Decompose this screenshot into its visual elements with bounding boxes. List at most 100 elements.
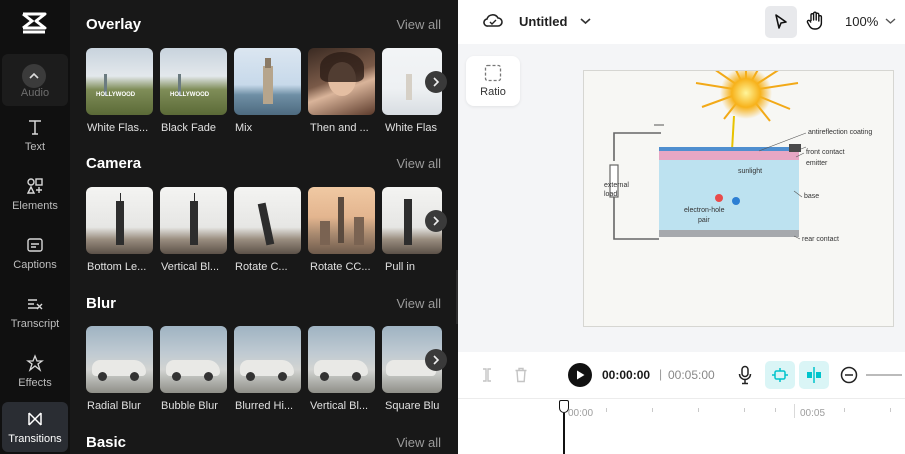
chevron-right-icon — [433, 77, 440, 87]
transition-thumb-bottom-left[interactable] — [86, 187, 153, 254]
capcut-logo[interactable] — [20, 12, 48, 36]
transition-label: White Flas... — [87, 122, 149, 134]
transitions-icon — [28, 412, 42, 426]
view-all-overlay-link[interactable]: View all — [396, 17, 441, 32]
diagram-label: electron-hole — [684, 207, 725, 214]
section-title-camera: Camera — [86, 155, 142, 172]
split-icon[interactable] — [480, 367, 494, 383]
transition-label: Pull in — [385, 261, 415, 273]
diagram-label: external load — [604, 182, 629, 198]
view-all-blur-link[interactable]: View all — [396, 296, 441, 311]
scroll-right-overlay-button[interactable] — [425, 71, 447, 93]
transition-thumb-white-flash[interactable]: HOLLYWOOD — [86, 48, 153, 115]
transition-thumb-rotate-ccw[interactable] — [308, 187, 375, 254]
section-title-blur: Blur — [86, 295, 116, 312]
play-button[interactable] — [568, 363, 592, 387]
diagram-label: pair — [698, 217, 710, 224]
rail-item-label: Transitions — [8, 433, 62, 445]
scroll-right-blur-button[interactable] — [425, 349, 447, 371]
rail-item-transitions[interactable]: Transitions — [2, 402, 68, 452]
ruler-tick — [606, 408, 607, 412]
transition-label: Rotate CC... — [310, 261, 371, 273]
transition-label: Mix — [235, 122, 253, 134]
transition-thumb-then-and[interactable] — [308, 48, 375, 115]
section-title-overlay: Overlay — [86, 16, 142, 33]
project-title[interactable]: Untitled — [519, 14, 567, 29]
chevron-right-icon — [433, 216, 440, 226]
microphone-icon[interactable] — [738, 365, 752, 385]
auto-snap-toggle[interactable] — [765, 361, 795, 389]
view-all-basic-link[interactable]: View all — [396, 435, 441, 450]
diagram-label: sunlight — [738, 168, 763, 175]
view-all-camera-link[interactable]: View all — [396, 156, 441, 171]
transition-label: Then and ... — [310, 122, 369, 134]
aspect-ratio-icon — [484, 64, 502, 82]
rail-item-label: Effects — [18, 377, 52, 389]
transcript-icon — [28, 299, 43, 310]
transition-label: Rotate C... — [235, 261, 288, 273]
chevron-right-icon — [433, 355, 440, 365]
playhead-handle[interactable] — [559, 400, 569, 413]
transition-thumb-mix[interactable] — [234, 48, 301, 115]
transition-thumb-vertical-blur-2[interactable] — [308, 326, 375, 393]
ruler-marker — [794, 404, 795, 418]
ratio-button[interactable]: Ratio — [466, 56, 520, 106]
transition-thumb-bubble-blur[interactable] — [160, 326, 227, 393]
transition-thumb-radial-blur[interactable] — [86, 326, 153, 393]
ratio-label: Ratio — [480, 86, 506, 98]
rail-item-label: Text — [24, 141, 46, 153]
cloud-icon[interactable] — [483, 12, 503, 30]
ruler-tick — [652, 408, 653, 412]
split-link-icon — [807, 367, 821, 383]
zoom-level[interactable]: 100% — [845, 14, 878, 29]
diagram-label: front contact — [806, 149, 845, 156]
transition-thumb-black-fade[interactable]: HOLLYWOOD — [160, 48, 227, 115]
editor-topbar: Untitled 100% — [458, 0, 905, 44]
transition-thumb-rotate-cw[interactable] — [234, 187, 301, 254]
timeline-zoom-slider[interactable] — [866, 374, 902, 376]
magnet-snap-icon — [772, 368, 788, 382]
chevron-up-icon — [29, 72, 39, 79]
text-icon — [29, 120, 41, 135]
ruler-tick — [744, 408, 745, 412]
rail-item-elements[interactable]: Elements — [2, 169, 68, 221]
scroll-up-button[interactable] — [22, 64, 46, 88]
chevron-down-icon[interactable] — [885, 17, 896, 25]
ruler-baseline — [458, 398, 905, 399]
transitions-panel: Overlay View all HOLLYWOOD HOLLYWOOD Whi… — [70, 0, 458, 454]
transition-label: Bubble Blur — [161, 400, 218, 412]
transition-label: Vertical Bl... — [161, 261, 220, 273]
rail-item-label: Audio — [20, 87, 50, 99]
transition-thumb-blurred-highlight[interactable] — [234, 326, 301, 393]
effects-icon — [26, 354, 44, 372]
player-controls: 00:00:00 | 00:05:00 — [458, 352, 905, 398]
rail-item-transcript[interactable]: Transcript — [2, 287, 68, 339]
playhead-line — [563, 413, 565, 454]
transition-label: White Flas — [385, 122, 437, 134]
total-duration: 00:05:00 — [668, 368, 715, 382]
rail-item-label: Captions — [13, 259, 57, 271]
rail-item-captions[interactable]: Captions — [2, 228, 68, 280]
select-tool-button[interactable] — [765, 6, 797, 38]
zoom-out-icon[interactable] — [840, 366, 858, 384]
rail-item-effects[interactable]: Effects — [2, 346, 68, 398]
video-canvas[interactable]: antireflection coating front contact emi… — [583, 70, 894, 327]
transition-thumb-vertical-blur[interactable] — [160, 187, 227, 254]
hand-tool-icon[interactable] — [806, 11, 824, 31]
playhead[interactable] — [558, 398, 572, 454]
timeline-ruler[interactable]: 00:00 00:05 — [458, 398, 905, 454]
scroll-right-camera-button[interactable] — [425, 210, 447, 232]
diagram-label: antireflection coating — [808, 129, 873, 136]
captions-icon — [27, 238, 43, 252]
editor-area: Untitled 100% Ratio antireflection coati… — [458, 0, 905, 454]
diagram-label: rear contact — [802, 236, 839, 243]
ruler-tick — [775, 408, 776, 412]
linkage-toggle[interactable] — [799, 361, 829, 389]
transition-label: Black Fade — [161, 122, 217, 134]
ruler-tick — [890, 408, 891, 412]
rail-item-text[interactable]: Text — [2, 110, 68, 162]
elements-icon — [26, 178, 43, 194]
delete-icon[interactable] — [514, 367, 528, 383]
play-icon — [577, 370, 585, 380]
chevron-down-icon[interactable] — [580, 17, 591, 25]
